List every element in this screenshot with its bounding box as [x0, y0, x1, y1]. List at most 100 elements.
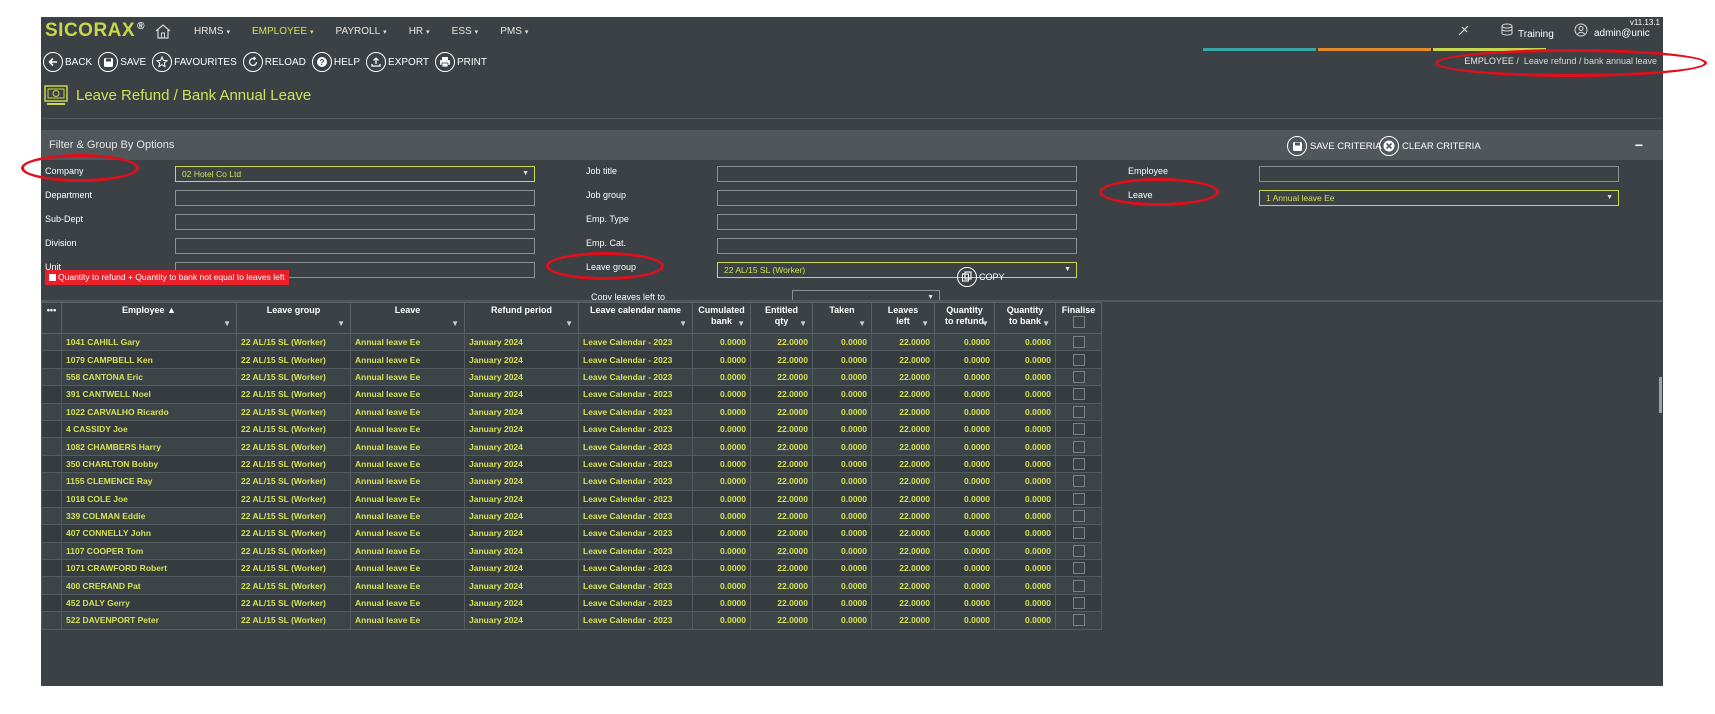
- save-button[interactable]: SAVE: [98, 52, 146, 72]
- col-finalise[interactable]: Finalise: [1055, 302, 1102, 334]
- col-leave[interactable]: Leave ▼: [350, 302, 465, 334]
- filter-icon[interactable]: ▼: [223, 318, 231, 329]
- division-field[interactable]: [175, 238, 535, 254]
- finalise-checkbox[interactable]: [1072, 457, 1085, 470]
- company-select[interactable]: 02 Hotel Co Ltd ▼: [175, 166, 535, 182]
- table-row[interactable]: 4 CASSIDY Joe 22 AL/15 SL (Worker) Annual …: [41, 419, 1102, 439]
- menu-hrms[interactable]: HRMS ▾: [194, 26, 230, 37]
- menu-hr[interactable]: HR ▾: [409, 26, 430, 37]
- finalise-checkbox[interactable]: [1072, 492, 1085, 505]
- select-all-checkbox[interactable]: [1072, 316, 1085, 328]
- copy-button[interactable]: COPY: [957, 267, 1005, 287]
- department-field[interactable]: [175, 190, 535, 206]
- home-icon[interactable]: [154, 23, 172, 39]
- table-row[interactable]: 558 CANTONA Eric 22 AL/15 SL (Worker) Annu…: [41, 367, 1102, 387]
- database-label[interactable]: Training: [1518, 29, 1554, 40]
- finalise-checkbox[interactable]: [1072, 510, 1085, 523]
- table-row[interactable]: 1082 CHAMBERS Harry 22 AL/15 SL (Worker) A…: [41, 437, 1102, 456]
- finalise-checkbox[interactable]: [1072, 614, 1085, 627]
- table-row[interactable]: 452 DALY Gerry 22 AL/15 SL (Worker) Annual…: [41, 593, 1102, 613]
- menu-ess[interactable]: ESS ▾: [452, 26, 479, 37]
- table-row[interactable]: 391 CANTWELL Noel 22 AL/15 SL (Worker) Ann…: [41, 385, 1102, 404]
- cell-finalise: [1055, 593, 1102, 613]
- finalise-checkbox[interactable]: [1072, 405, 1085, 418]
- filter-icon[interactable]: ▼: [858, 318, 866, 329]
- col-employee[interactable]: Employee ▲ ▼: [61, 302, 237, 334]
- finalise-checkbox[interactable]: [1072, 597, 1085, 610]
- col-calendar-name[interactable]: Leave calendar name ▼: [578, 302, 693, 334]
- table-row[interactable]: 400 CRERAND Pat 22 AL/15 SL (Worker) Annua…: [41, 576, 1102, 595]
- favourites-button[interactable]: FAVOURITES: [152, 52, 237, 72]
- column-menu[interactable]: •••: [41, 302, 62, 334]
- filter-icon[interactable]: ▼: [679, 318, 687, 329]
- employee-field[interactable]: [1259, 166, 1619, 182]
- filter-icon[interactable]: ▼: [1042, 318, 1050, 329]
- legend-checkbox[interactable]: [49, 274, 56, 281]
- reload-button[interactable]: RELOAD: [242, 52, 306, 72]
- col-entitled-qty[interactable]: Entitled qty ▼: [750, 302, 813, 334]
- col-qty-refund[interactable]: Quantity to refund ▼: [934, 302, 995, 334]
- finalise-checkbox[interactable]: [1072, 527, 1085, 540]
- save-criteria-button[interactable]: SAVE CRITERIA: [1287, 136, 1382, 156]
- col-leave-group[interactable]: Leave group ▼: [236, 302, 351, 334]
- back-button[interactable]: BACK: [43, 52, 92, 72]
- scrollbar[interactable]: [1659, 377, 1662, 413]
- table-row[interactable]: 1107 COOPER Tom 22 AL/15 SL (Worker) Annua…: [41, 541, 1102, 561]
- finalise-checkbox[interactable]: [1072, 475, 1085, 488]
- menu-pms[interactable]: PMS ▾: [500, 26, 528, 37]
- finalise-checkbox[interactable]: [1072, 336, 1085, 349]
- table-row[interactable]: 1022 CARVALHO Ricardo 22 AL/15 SL (Worker…: [41, 402, 1102, 421]
- finalise-checkbox[interactable]: [1072, 353, 1085, 366]
- menu-employee[interactable]: EMPLOYEE ▾: [252, 26, 314, 37]
- menu-payroll[interactable]: PAYROLL ▾: [336, 26, 387, 37]
- cell-calendar: Leave Calendar - 2023: [578, 332, 693, 352]
- cell-entitled-qty: 22.0000: [750, 350, 813, 369]
- sub-dept-field[interactable]: [175, 214, 535, 230]
- filter-icon[interactable]: ▼: [799, 318, 807, 329]
- table-row[interactable]: 1018 COLE Joe 22 AL/15 SL (Worker) Annual …: [41, 489, 1102, 508]
- cell-entitled-qty: 22.0000: [750, 506, 813, 526]
- collapse-button[interactable]: −: [1635, 137, 1643, 153]
- table-row[interactable]: 339 COLMAN Eddie 22 AL/15 SL (Worker) Annu…: [41, 506, 1102, 526]
- cell-leaves-left: 22.0000: [871, 385, 935, 404]
- help-button[interactable]: ? HELP: [311, 52, 360, 72]
- col-leaves-left[interactable]: Leaves left ▼: [871, 302, 935, 334]
- leave-group-select[interactable]: 22 AL/15 SL (Worker) ▼: [717, 262, 1077, 278]
- table-row[interactable]: 1071 CRAWFORD Robert 22 AL/15 SL (Worker)…: [41, 559, 1102, 578]
- filter-icon[interactable]: ▼: [737, 318, 745, 329]
- app-logo[interactable]: SICORAX ®: [45, 20, 145, 42]
- clear-criteria-button[interactable]: CLEAR CRITERIA: [1379, 136, 1481, 156]
- export-button[interactable]: EXPORT: [366, 52, 429, 72]
- cell-taken: 0.0000: [812, 506, 872, 526]
- finalise-checkbox[interactable]: [1072, 423, 1085, 436]
- finalise-checkbox[interactable]: [1072, 544, 1085, 557]
- filter-icon[interactable]: ▼: [451, 318, 459, 329]
- emp-cat-field[interactable]: [717, 238, 1077, 254]
- finalise-checkbox[interactable]: [1072, 370, 1085, 383]
- table-row[interactable]: 407 CONNELLY John 22 AL/15 SL (Worker) Ann…: [41, 524, 1102, 543]
- emp-type-field[interactable]: [717, 214, 1077, 230]
- col-qty-bank[interactable]: Quantity to bank ▼: [994, 302, 1056, 334]
- col-cumulated-bank[interactable]: Cumulated bank ▼: [692, 302, 751, 334]
- finalise-checkbox[interactable]: [1072, 388, 1085, 401]
- user-label[interactable]: admin@unic: [1594, 28, 1650, 39]
- filter-icon[interactable]: ▼: [981, 318, 989, 329]
- col-refund-period[interactable]: Refund period ▼: [464, 302, 579, 334]
- table-row[interactable]: 522 DAVENPORT Peter 22 AL/15 SL (Worker) A…: [41, 611, 1102, 630]
- table-row[interactable]: 350 CHARLTON Bobby 22 AL/15 SL (Worker) An…: [41, 454, 1102, 474]
- disconnected-icon[interactable]: [1457, 23, 1471, 37]
- leave-select[interactable]: 1 Annual leave Ee ▼: [1259, 190, 1619, 206]
- finalise-checkbox[interactable]: [1072, 562, 1085, 575]
- job-group-field[interactable]: [717, 190, 1077, 206]
- job-title-field[interactable]: [717, 166, 1077, 182]
- finalise-checkbox[interactable]: [1072, 440, 1085, 453]
- table-row[interactable]: 1155 CLEMENCE Ray 22 AL/15 SL (Worker) Ann…: [41, 472, 1102, 491]
- print-button[interactable]: PRINT: [434, 52, 487, 72]
- filter-icon[interactable]: ▼: [565, 318, 573, 329]
- filter-icon[interactable]: ▼: [337, 318, 345, 329]
- filter-icon[interactable]: ▼: [921, 318, 929, 329]
- finalise-checkbox[interactable]: [1072, 579, 1085, 592]
- table-row[interactable]: 1079 CAMPBELL Ken 22 AL/15 SL (Worker) Ann…: [41, 350, 1102, 369]
- col-taken[interactable]: Taken ▼: [812, 302, 872, 334]
- table-row[interactable]: 1041 CAHILL Gary 22 AL/15 SL (Worker) Annu…: [41, 332, 1102, 352]
